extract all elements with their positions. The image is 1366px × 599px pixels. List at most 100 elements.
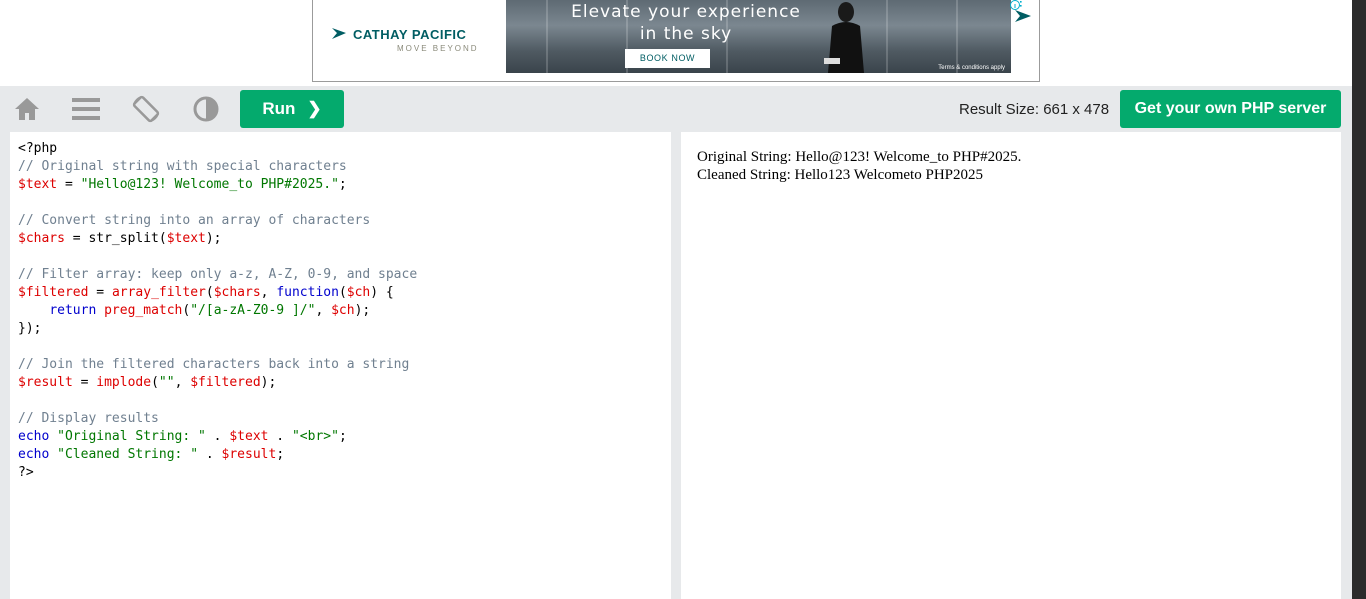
code-token: . (205, 429, 230, 444)
code-token: = (57, 177, 81, 192)
code-token: $result (18, 375, 73, 390)
code-token: ?> (18, 465, 34, 480)
output-line-cleaned: Cleaned String: Hello123 Welcometo PHP20… (697, 167, 983, 183)
code-line[interactable]: echo "Original String: " . $text . "<br>… (18, 428, 417, 446)
output-line-original: Original String: Hello@123! Welcome_to P… (697, 149, 1022, 165)
code-token: implode (96, 375, 152, 390)
code-line[interactable] (18, 338, 417, 356)
code-token: ; (338, 429, 347, 444)
code-token: // Display results (18, 411, 159, 426)
code-token: $text (229, 429, 269, 444)
code-token: "/[a-zA-Z0-9 ]/" (190, 303, 316, 318)
code-token: array_filter (111, 285, 206, 300)
code-token: $ch (346, 285, 371, 300)
code-token: // Filter array: keep only a-z, A-Z, 0-9… (18, 267, 418, 282)
code-line[interactable]: // Join the filtered characters back int… (18, 356, 417, 374)
code-line[interactable] (18, 392, 417, 410)
code-line[interactable] (18, 194, 417, 212)
code-token: "Hello@123! Welcome_to PHP#2025." (80, 177, 339, 192)
code-token: ( (338, 285, 347, 300)
code-line[interactable] (18, 248, 417, 266)
rotate-icon[interactable] (131, 94, 161, 124)
code-line[interactable]: // Display results (18, 410, 417, 428)
code-token: echo (18, 429, 50, 444)
code-token: "" (158, 375, 175, 390)
code-line[interactable]: $text = "Hello@123! Welcome_to PHP#2025.… (18, 176, 417, 194)
toolbar: Run ❯ Result Size: 661 x 478 Get your own… (0, 86, 1352, 132)
ad-headline-line2: in the sky (639, 24, 733, 44)
code-token: "Cleaned String: " (57, 447, 199, 462)
result-size: Result Size: 661 x 478 (959, 101, 1110, 118)
code-token: $chars (213, 285, 261, 300)
code-token: $filtered (18, 285, 89, 300)
code-token: $chars (18, 231, 65, 246)
code-line[interactable]: return preg_match("/[a-zA-Z0-9 ]/", $ch)… (18, 302, 417, 320)
code-token: = (72, 375, 97, 390)
output: Original String: Hello@123! Welcome_to P… (697, 148, 1021, 184)
workspace: <?php // Original string with special cha… (0, 132, 1352, 599)
code-token: return (49, 303, 97, 318)
chevron-right-icon: ❯ (307, 99, 322, 118)
code-line[interactable]: <?php (18, 140, 417, 158)
ad-tagline: MOVE BEYOND (397, 44, 479, 53)
home-icon[interactable] (12, 94, 42, 124)
code-token: "Original String: " (57, 429, 206, 444)
code-token: = str_split( (64, 231, 167, 246)
code-token: $filtered (190, 375, 261, 390)
code-line[interactable]: ?> (18, 464, 417, 482)
code-token: , (174, 375, 191, 390)
ad-headline: Elevate your experience (571, 2, 801, 22)
ad-book-now-button[interactable]: BOOK NOW (625, 49, 710, 68)
code-token: , (315, 303, 332, 318)
ad-photo[interactable]: Elevate your experience in the sky BOOK … (506, 0, 1011, 73)
ad-logo[interactable]: CATHAY PACIFIC MOVE BEYOND (331, 22, 501, 62)
code-editor[interactable]: <?php // Original string with special cha… (10, 132, 671, 599)
code-token: }); (18, 321, 42, 336)
code-text[interactable]: <?php // Original string with special cha… (18, 140, 417, 482)
code-line[interactable]: // Convert string into an array of chara… (18, 212, 417, 230)
page-scrollbar[interactable] (1352, 0, 1366, 599)
brushwing-icon (332, 28, 346, 39)
code-line[interactable]: // Filter array: keep only a-z, A-Z, 0-9… (18, 266, 417, 284)
code-line[interactable]: $chars = str_split($text); (18, 230, 417, 248)
code-token: ); (205, 231, 222, 246)
code-token: $text (166, 231, 206, 246)
code-line[interactable]: }); (18, 320, 417, 338)
code-line[interactable]: $result = implode("", $filtered); (18, 374, 417, 392)
code-line[interactable]: $filtered = array_filter($chars, functio… (18, 284, 417, 302)
code-token: <?php (18, 141, 58, 156)
code-token: ( (205, 285, 214, 300)
code-token: . (268, 429, 292, 444)
code-token: $text (18, 177, 58, 192)
code-token: , (260, 285, 277, 300)
ad-person-image (824, 2, 864, 73)
code-line[interactable]: echo "Cleaned String: " . $result; (18, 446, 417, 464)
code-token: preg_match (104, 303, 183, 318)
contrast-icon[interactable] (191, 94, 221, 124)
ad-terms: Terms & conditions apply (938, 65, 1005, 71)
result-panel: Original String: Hello@123! Welcome_to P… (681, 132, 1341, 599)
code-token: function (276, 285, 339, 300)
code-token: ; (338, 177, 347, 192)
code-token: ) { (370, 285, 394, 300)
menu-icon[interactable] (71, 94, 101, 124)
ad-corner-wing-icon (1015, 10, 1031, 22)
ad-banner[interactable]: CATHAY PACIFIC MOVE BEYOND Elevate your … (312, 0, 1040, 82)
code-token: ); (260, 375, 277, 390)
ad-brand-name: CATHAY PACIFIC (353, 27, 467, 42)
scrollbar-thumb[interactable] (1354, 86, 1364, 599)
code-token: // Join the filtered characters back int… (18, 357, 410, 372)
code-token: // Original string with special characte… (18, 159, 347, 174)
code-token: ); (354, 303, 371, 318)
code-token: = (88, 285, 112, 300)
get-php-server-button[interactable]: Get your own PHP server (1120, 90, 1341, 128)
run-button[interactable]: Run ❯ (240, 90, 344, 128)
code-token: "<br>" (291, 429, 339, 444)
code-token: ; (276, 447, 285, 462)
code-line[interactable]: // Original string with special characte… (18, 158, 417, 176)
code-token: echo (18, 447, 50, 462)
